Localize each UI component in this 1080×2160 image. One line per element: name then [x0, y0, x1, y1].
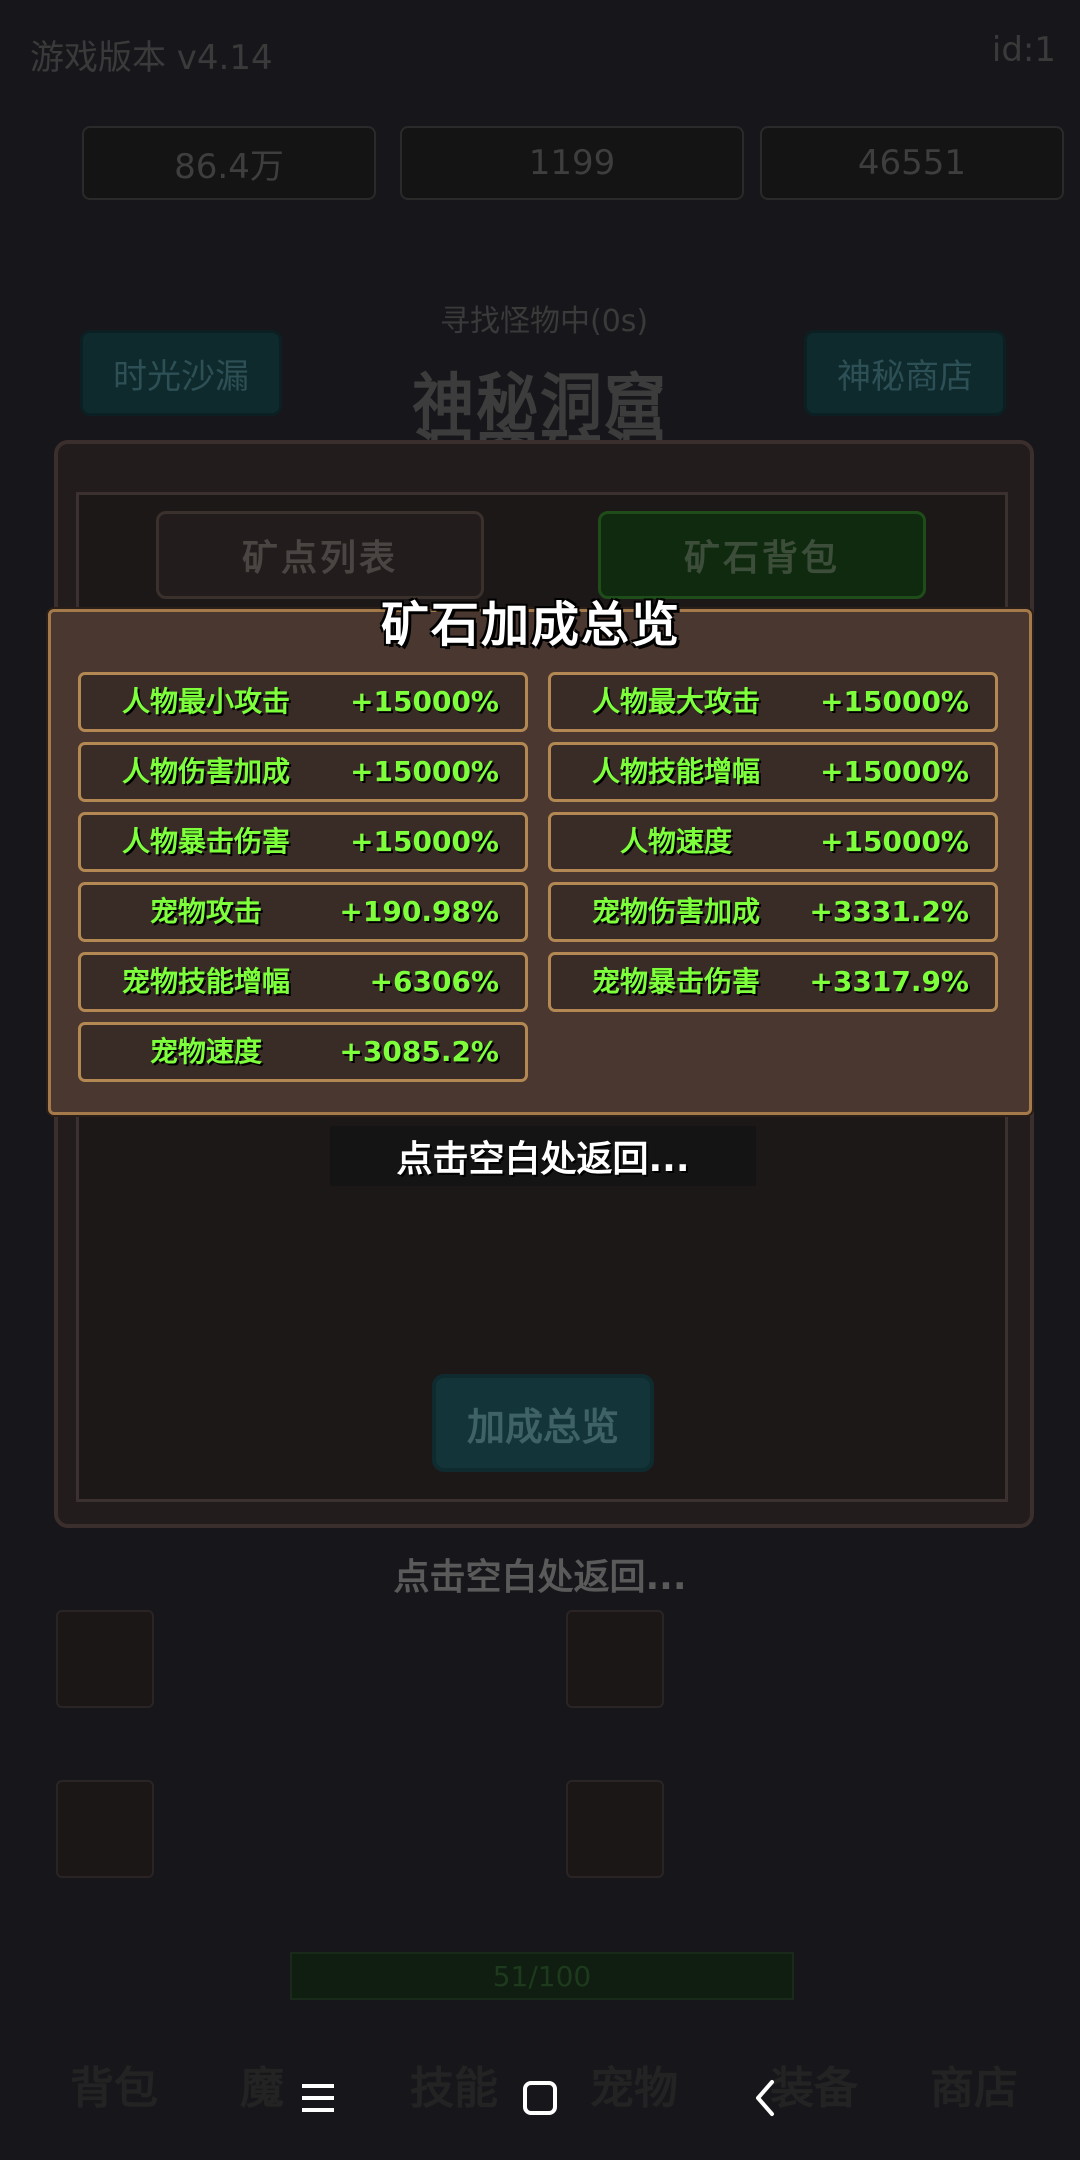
- stat-name: 宠物技能增幅: [121, 965, 290, 998]
- stat-cell: 人物技能增幅 +15000%: [548, 742, 998, 802]
- menu-icon[interactable]: [288, 2068, 348, 2128]
- gold-stat-value: 86.4万: [174, 146, 284, 187]
- stat-cell: 人物最小攻击 +15000%: [78, 672, 528, 732]
- stat-value: +3331.2%: [809, 895, 969, 928]
- gold-stat: 86.4万: [82, 126, 376, 200]
- stat-cell: 人物最大攻击 +15000%: [548, 672, 998, 732]
- stat-name: 宠物速度: [149, 1035, 262, 1068]
- stat-name: 人物速度: [619, 825, 732, 858]
- player-id-text: id:1: [991, 30, 1056, 70]
- stat-value: +3085.2%: [339, 1035, 499, 1068]
- stat-value: +15000%: [820, 825, 969, 858]
- ore-bonus-popup: 人物最小攻击 +15000% 人物最大攻击 +15000% 人物伤害加成 +15…: [48, 609, 1032, 1115]
- stat-cell: 宠物攻击 +190.98%: [78, 882, 528, 942]
- bonus-overview-button[interactable]: 加成总览: [432, 1374, 654, 1472]
- progress-text: 51/100: [492, 1959, 592, 1993]
- stat-cell: 宠物技能增幅 +6306%: [78, 952, 528, 1012]
- bottom-tab-bag[interactable]: 背包: [70, 2052, 158, 2116]
- skill-card: [56, 1610, 154, 1708]
- gem-stat-value: 46551: [857, 143, 967, 183]
- gem-stat: 46551: [760, 126, 1064, 200]
- back-chevron-icon[interactable]: [736, 2068, 796, 2128]
- stat-value: +15000%: [350, 685, 499, 718]
- stat-name: 宠物攻击: [149, 895, 262, 928]
- bottom-tab-shop[interactable]: 商店: [930, 2052, 1018, 2116]
- stat-value: +3317.9%: [809, 965, 969, 998]
- search-status: 寻找怪物中(0s): [440, 304, 649, 339]
- stat-name: 人物伤害加成: [121, 755, 290, 788]
- power-stat: 1199: [400, 126, 744, 200]
- stat-name: 宠物暴击伤害: [591, 965, 760, 998]
- skill-card: [56, 1780, 154, 1878]
- stat-value: +6306%: [369, 965, 499, 998]
- progress-bar: 51/100: [290, 1952, 794, 2000]
- return-hint[interactable]: 点击空白处返回...: [330, 1126, 756, 1186]
- stat-value: +15000%: [820, 755, 969, 788]
- bottom-tab-pet[interactable]: 宠物: [590, 2052, 678, 2116]
- stat-cell: 人物暴击伤害 +15000%: [78, 812, 528, 872]
- background-return-hint: 点击空白处返回...: [393, 1557, 687, 1598]
- bottom-tab-magic[interactable]: 魔: [240, 2052, 284, 2116]
- stat-cell: 人物速度 +15000%: [548, 812, 998, 872]
- power-stat-value: 1199: [528, 143, 616, 183]
- stat-name: 人物暴击伤害: [121, 825, 290, 858]
- stat-cell: 宠物伤害加成 +3331.2%: [548, 882, 998, 942]
- stat-name: 宠物伤害加成: [591, 895, 760, 928]
- stat-value: +190.98%: [339, 895, 499, 928]
- stat-name: 人物技能增幅: [591, 755, 760, 788]
- stat-value: +15000%: [350, 755, 499, 788]
- stat-cell: 宠物速度 +3085.2%: [78, 1022, 528, 1082]
- stat-name: 人物最大攻击: [591, 685, 760, 718]
- home-square-icon[interactable]: [510, 2068, 570, 2128]
- stat-cell: 人物伤害加成 +15000%: [78, 742, 528, 802]
- skill-card: [566, 1780, 664, 1878]
- stat-name: 人物最小攻击: [121, 685, 290, 718]
- stat-cell: 宠物暴击伤害 +3317.9%: [548, 952, 998, 1012]
- stat-value: +15000%: [820, 685, 969, 718]
- stat-value: +15000%: [350, 825, 499, 858]
- popup-title: 矿石加成总览: [380, 597, 681, 653]
- bottom-tab-skill[interactable]: 技能: [410, 2052, 498, 2116]
- skill-card: [566, 1610, 664, 1708]
- version-text: 游戏版本 v4.14: [30, 38, 273, 78]
